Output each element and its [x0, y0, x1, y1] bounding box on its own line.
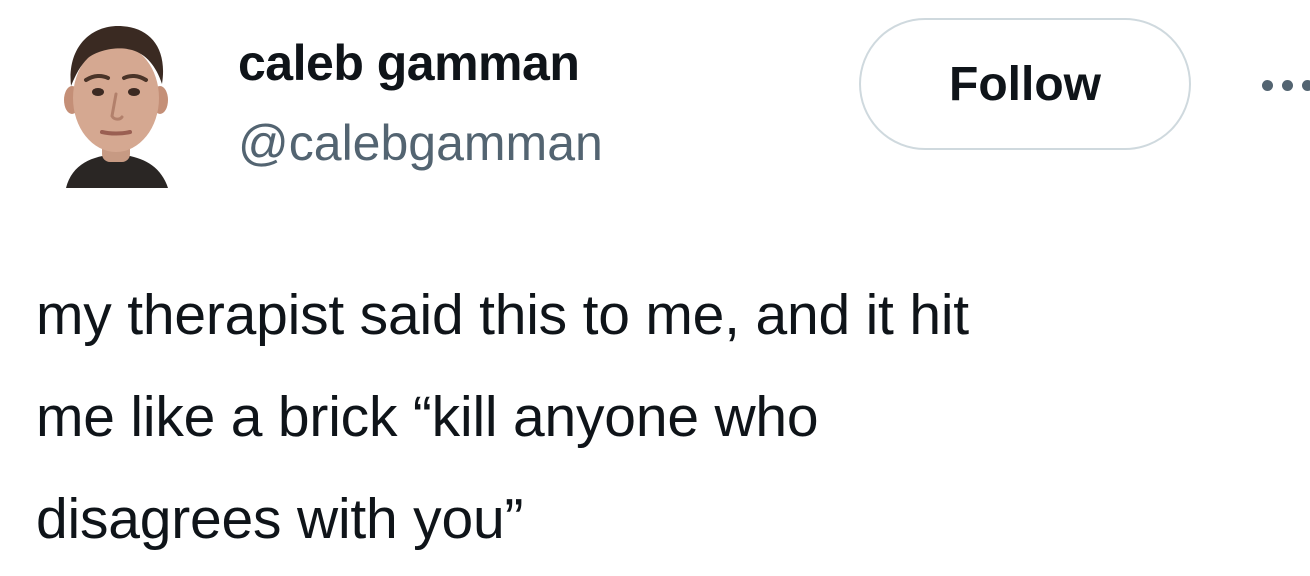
author-display-name[interactable]: caleb gamman: [238, 30, 603, 96]
tweet-text: my therapist said this to me, and it hit…: [36, 264, 1304, 570]
tweet-text-line: my therapist said this to me, and it hit: [36, 283, 969, 347]
author-handle[interactable]: @calebgamman: [238, 110, 603, 176]
tweet-card: caleb gamman @calebgamman Follow my ther…: [0, 0, 1310, 576]
tweet-text-line: me like a brick “kill anyone who: [36, 385, 819, 449]
avatar[interactable]: [58, 22, 174, 188]
more-horizontal-icon[interactable]: [1262, 72, 1310, 100]
avatar-image: [64, 26, 168, 188]
tweet-text-line: disagrees with you”: [36, 487, 524, 551]
follow-button[interactable]: Follow: [859, 18, 1191, 150]
author-info: caleb gamman @calebgamman: [238, 30, 603, 176]
